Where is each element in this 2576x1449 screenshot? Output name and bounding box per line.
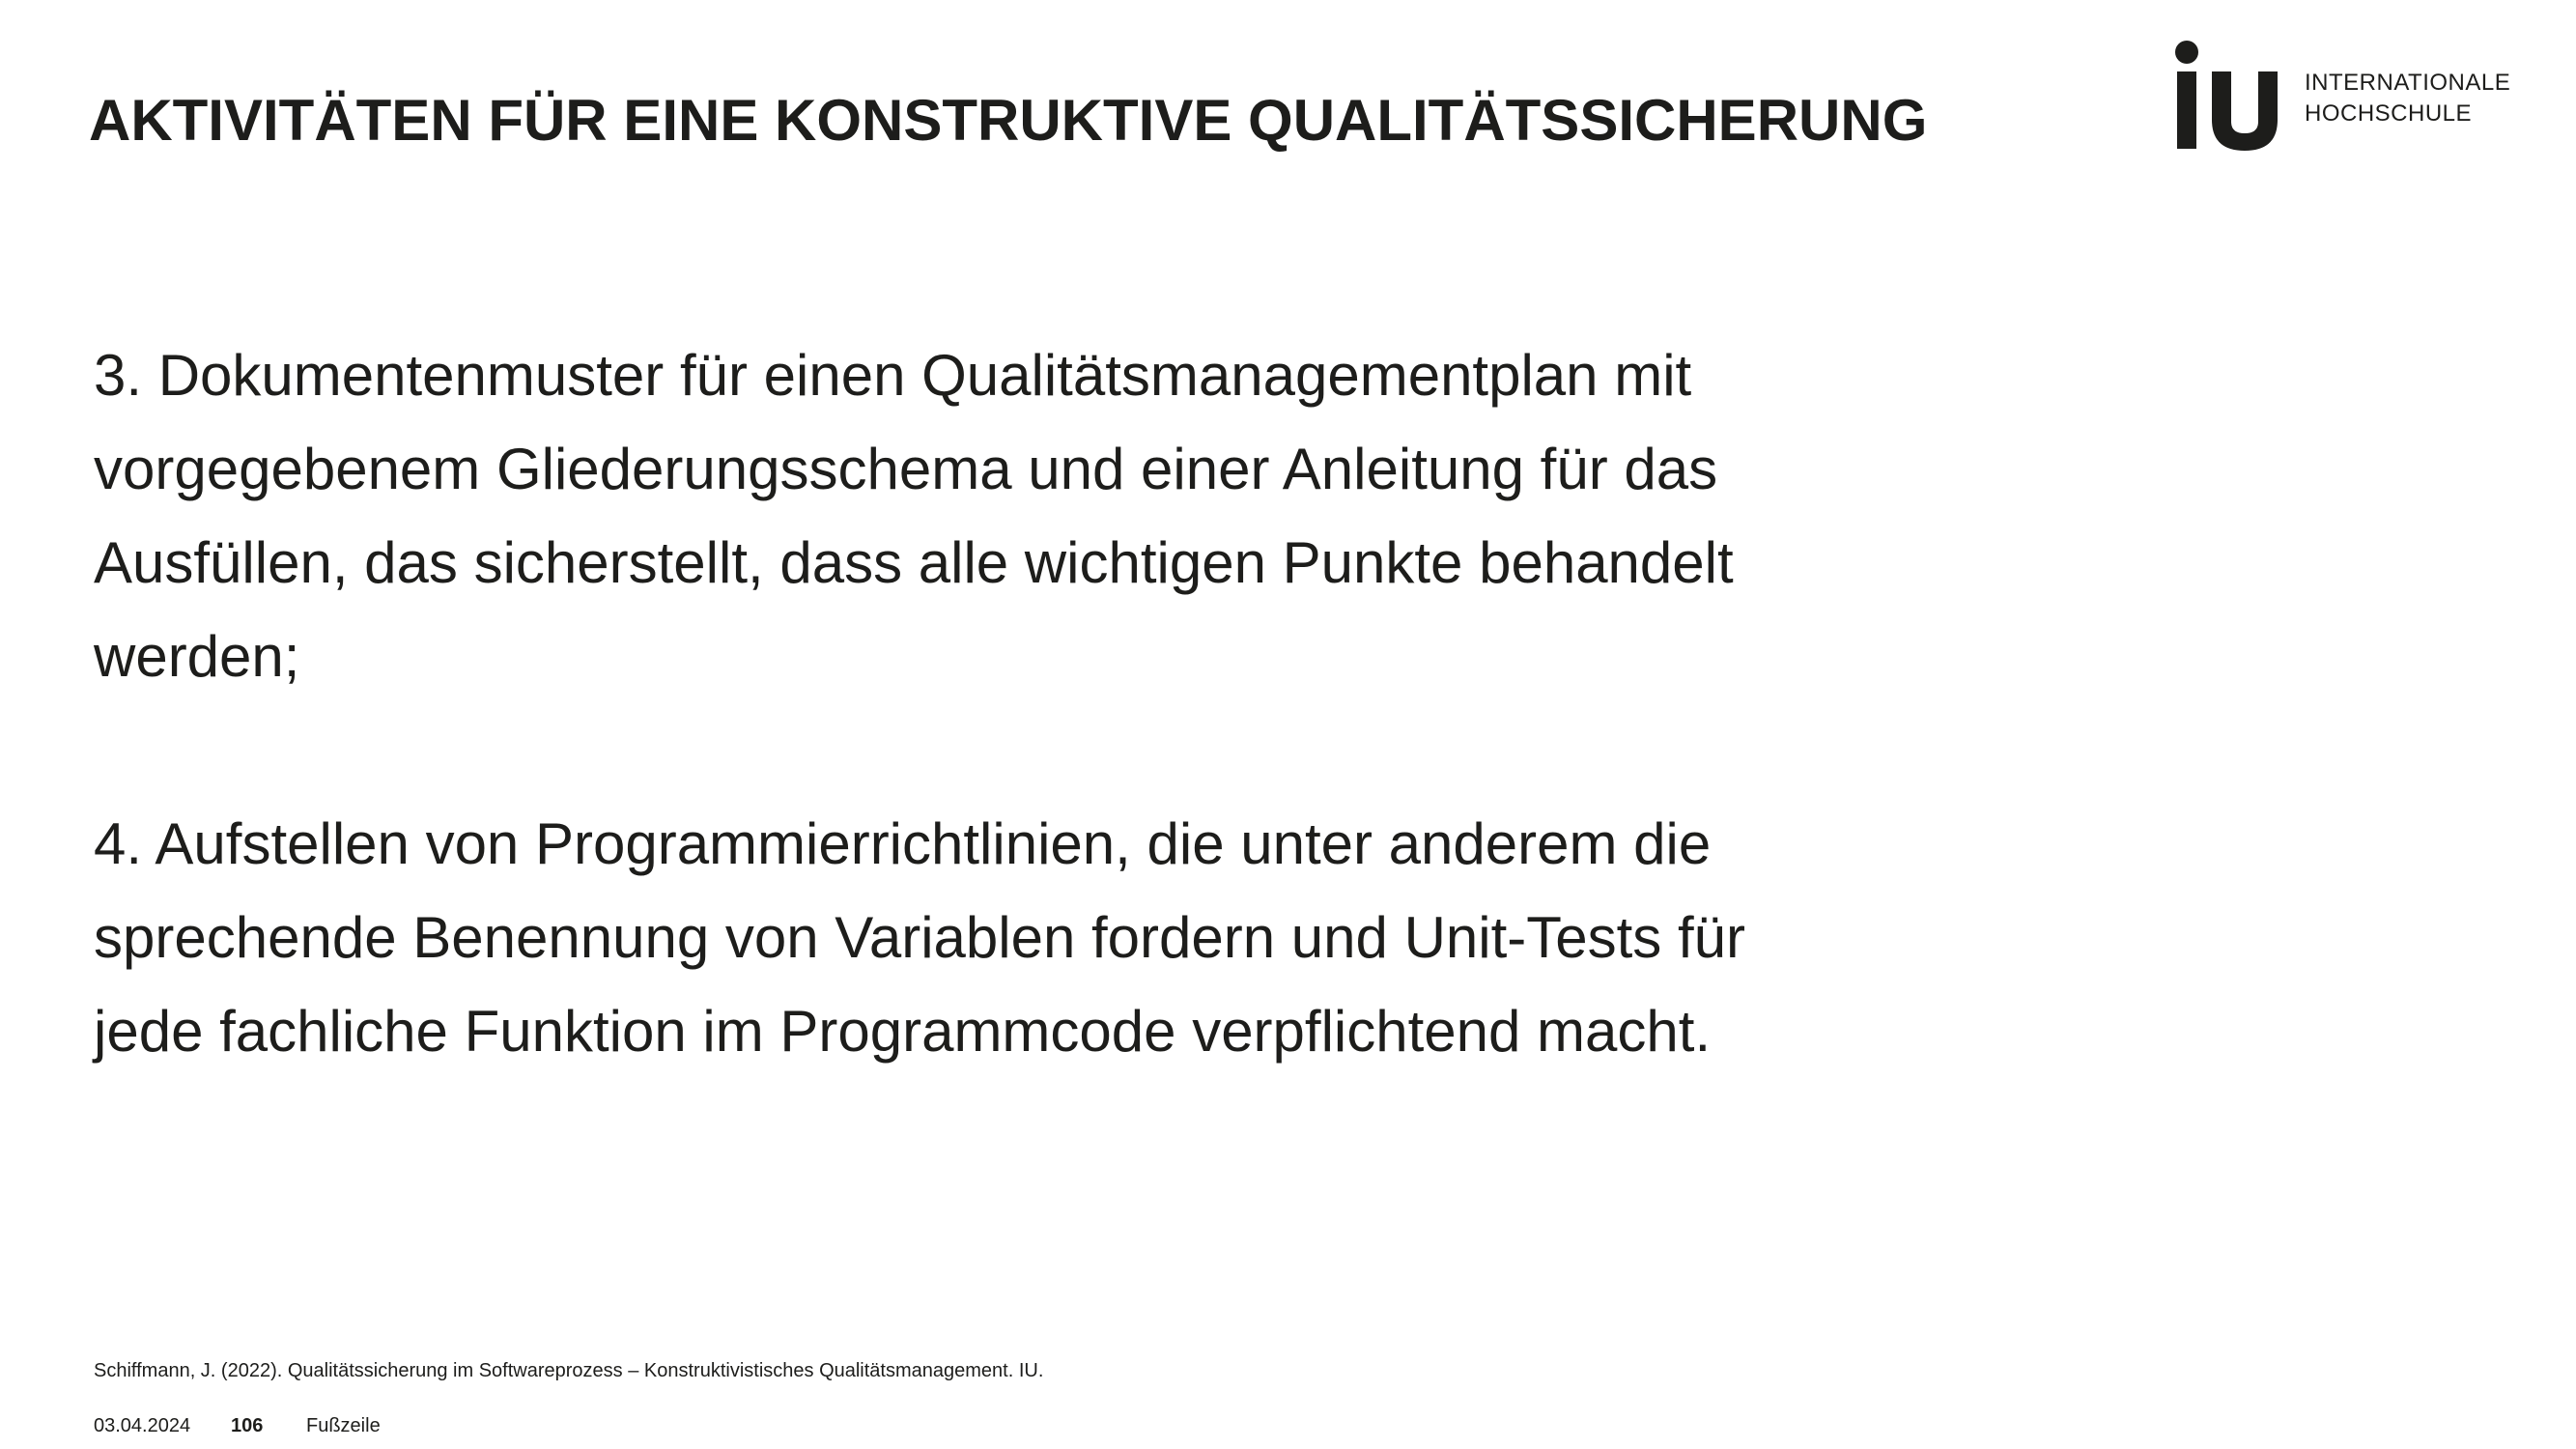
iu-logo-mark [2175,41,2278,151]
slide-title: AKTIVITÄTEN FÜR EINE KONSTRUKTIVE QUALIT… [89,88,1928,153]
source-citation: Schiffmann, J. (2022). Qualitätssicherun… [94,1360,1044,1381]
paragraph-item-3: 3. Dokumentenmuster für einen Qualitätsm… [94,343,1734,689]
slide-body: 3. Dokumentenmuster für einen Qualitätsm… [94,328,1929,1172]
logo-line-1: INTERNATIONALE [2305,70,2511,96]
footer-date: 03.04.2024 [94,1415,191,1436]
logo-line-2: HOCHSCHULE [2305,100,2473,127]
page-number: 106 [231,1415,264,1436]
paragraph-item-4: 4. Aufstellen von Programmierrichtlinien… [94,811,1745,1064]
footer-label: Fußzeile [306,1415,381,1436]
logo-wordmark: INTERNATIONALE HOCHSCHULE [2305,68,2510,129]
iu-logo: INTERNATIONALE HOCHSCHULE [2173,39,2540,155]
